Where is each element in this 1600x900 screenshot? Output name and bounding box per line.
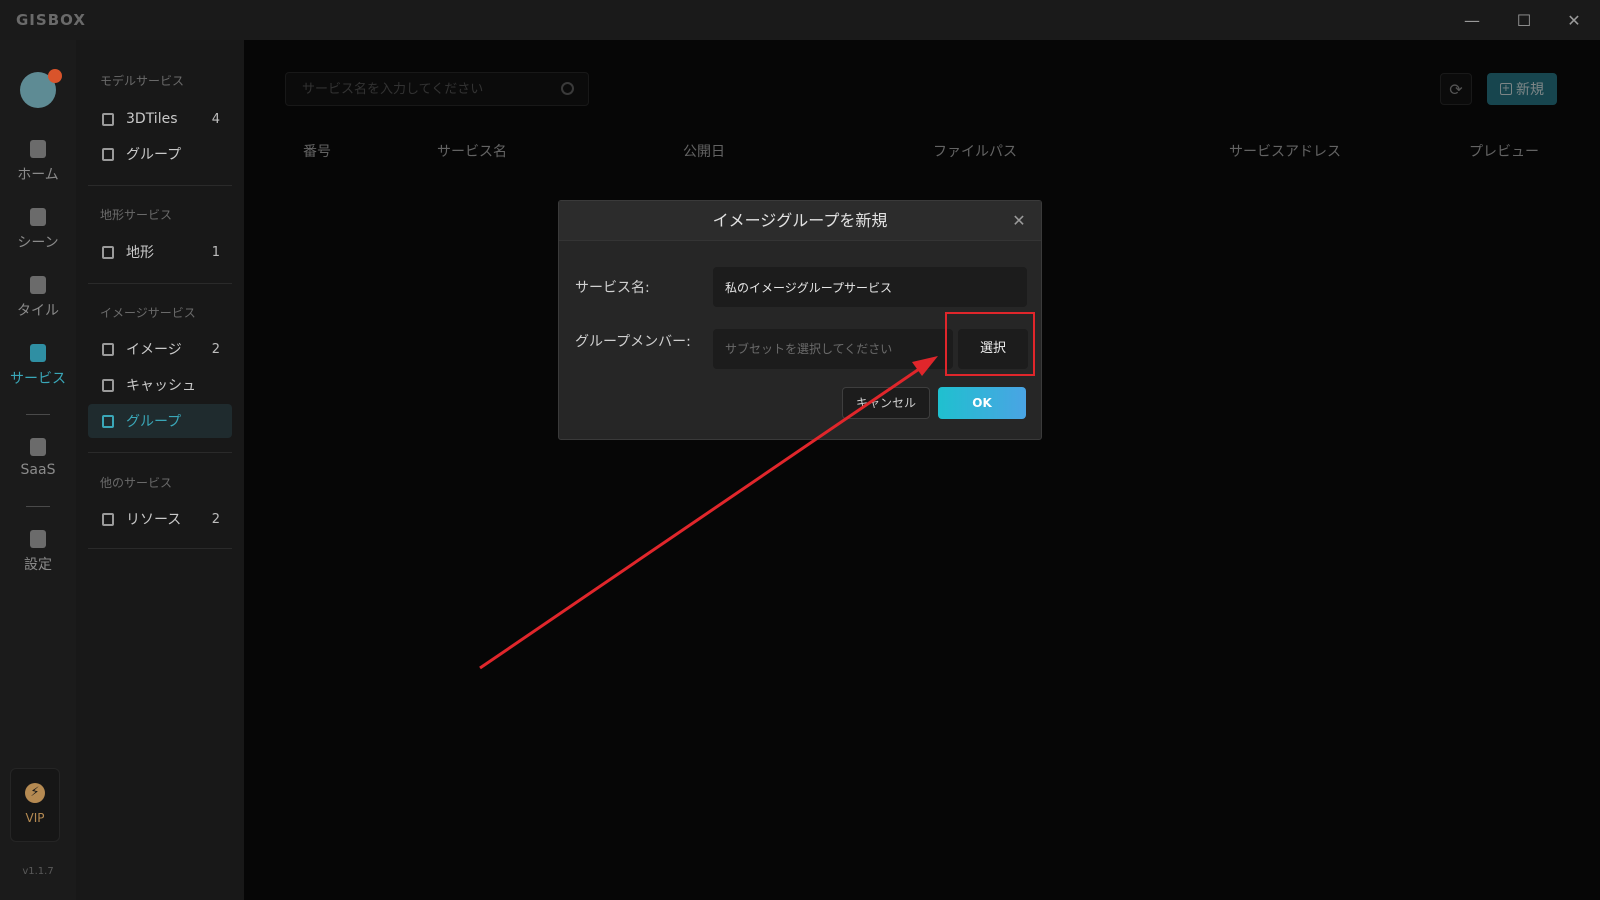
- image-group-icon: [102, 414, 114, 428]
- service-sidebar: モデルサービス 3DTiles 4 グループ 地形サービス 地形 1 イメージサ…: [76, 40, 244, 900]
- vip-label: VIP: [25, 811, 45, 825]
- item-count: 4: [211, 111, 220, 127]
- image-icon: [102, 342, 114, 356]
- cancel-button[interactable]: キャンセル: [842, 387, 930, 419]
- rail-item-label: シーン: [17, 235, 59, 251]
- rail-item-scene[interactable]: シーン: [0, 208, 76, 252]
- rail-item-label: ホーム: [17, 167, 59, 183]
- rail-item-label: 設定: [24, 557, 52, 573]
- sidebar-divider: [88, 283, 232, 284]
- item-count: 1: [211, 244, 220, 260]
- home-icon: [30, 140, 46, 158]
- scene-icon: [30, 208, 46, 226]
- sidebar-item-label: 3DTiles: [126, 111, 178, 127]
- service-icon: [30, 344, 46, 362]
- item-count: 2: [211, 341, 220, 357]
- rail-item-label: サービス: [10, 371, 66, 387]
- terrain-icon: [102, 245, 114, 259]
- service-name-label: サービス名:: [575, 280, 650, 296]
- sidebar-item-image[interactable]: イメージ 2: [88, 332, 232, 366]
- rail-item-service[interactable]: サービス: [0, 344, 76, 388]
- section-title-other: 他のサービス: [100, 476, 173, 490]
- cache-icon: [102, 378, 114, 392]
- sidebar-item-label: リソース: [126, 512, 182, 528]
- sidebar-item-3dtiles[interactable]: 3DTiles 4: [88, 102, 232, 136]
- close-icon[interactable]: ✕: [1009, 211, 1029, 231]
- service-name-input[interactable]: [725, 280, 1025, 294]
- rail-item-saas[interactable]: SaaS: [0, 438, 76, 478]
- group-members-input[interactable]: [725, 342, 951, 356]
- rail-divider: [26, 506, 50, 507]
- group-members-field-box: [713, 329, 953, 369]
- lock-icon: [30, 438, 46, 456]
- annotation-highlight-box: [945, 312, 1035, 376]
- maximize-button[interactable]: ☐: [1508, 8, 1540, 32]
- model-group-icon: [102, 147, 114, 161]
- sidebar-item-image-group[interactable]: グループ: [88, 404, 232, 438]
- resource-icon: [102, 512, 114, 526]
- sidebar-item-cache[interactable]: キャッシュ: [88, 368, 232, 402]
- maximize-icon: ☐: [1516, 10, 1532, 30]
- rail-divider: [26, 414, 50, 415]
- modal-overlay: [244, 40, 1600, 900]
- rail-item-home[interactable]: ホーム: [0, 140, 76, 184]
- version-label: v1.1.7: [22, 866, 54, 877]
- rail-item-label: タイル: [17, 303, 59, 319]
- sidebar-item-label: キャッシュ: [126, 378, 196, 394]
- app-logo: GISBOX: [16, 11, 86, 29]
- section-title-model: モデルサービス: [100, 74, 185, 88]
- section-title-image: イメージサービス: [100, 306, 196, 320]
- sidebar-item-resource[interactable]: リソース 2: [88, 502, 232, 536]
- group-members-label: グループメンバー:: [575, 334, 691, 350]
- gear-icon: [30, 530, 46, 548]
- sidebar-divider: [88, 185, 232, 186]
- sidebar-item-label: グループ: [126, 414, 182, 430]
- nav-rail: ホーム シーン タイル サービス SaaS 設定 ⚡ VIP v1.1.7: [0, 40, 76, 900]
- close-icon: ✕: [1567, 10, 1581, 30]
- dialog-title: イメージグループを新規: [559, 201, 1041, 241]
- rail-item-tile[interactable]: タイル: [0, 276, 76, 320]
- item-count: 2: [211, 511, 220, 527]
- service-name-field-box: [713, 267, 1027, 307]
- minimize-button[interactable]: —: [1456, 8, 1488, 32]
- sidebar-divider: [88, 452, 232, 453]
- sidebar-item-terrain[interactable]: 地形 1: [88, 235, 232, 269]
- notification-badge-icon: [48, 69, 62, 83]
- lightning-icon: ⚡: [25, 783, 45, 803]
- ok-button[interactable]: OK: [938, 387, 1026, 419]
- model-icon: [102, 112, 114, 126]
- title-bar: GISBOX — ☐ ✕: [0, 0, 1600, 40]
- sidebar-item-model-group[interactable]: グループ: [88, 137, 232, 171]
- window-close-button[interactable]: ✕: [1558, 8, 1590, 32]
- sidebar-divider: [88, 548, 232, 549]
- sidebar-item-label: イメージ: [126, 342, 182, 358]
- tile-icon: [30, 276, 46, 294]
- rail-item-label: SaaS: [20, 462, 56, 478]
- rail-item-settings[interactable]: 設定: [0, 530, 76, 574]
- minimize-icon: —: [1464, 10, 1480, 30]
- sidebar-item-label: グループ: [126, 147, 182, 163]
- section-title-terrain: 地形サービス: [100, 208, 173, 222]
- vip-button[interactable]: ⚡ VIP: [10, 768, 60, 842]
- sidebar-item-label: 地形: [126, 245, 154, 261]
